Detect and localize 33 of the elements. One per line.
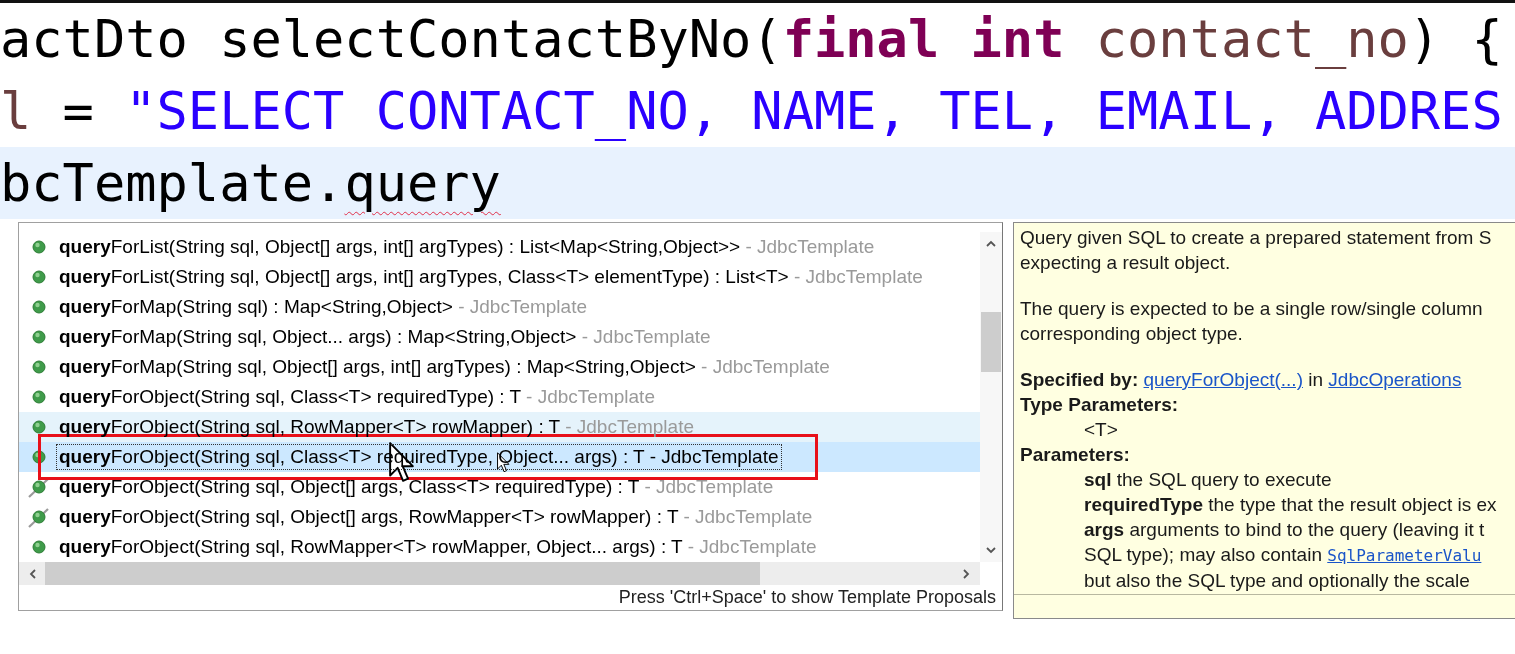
- proposal-item[interactable]: queryForMap(String sql, Object... args) : Map<String,Object> - JdbcTemplate: [19, 322, 980, 352]
- doc-text: but also the SQL type and optionally the scale: [1084, 569, 1470, 593]
- section-heading: Type Parameters:: [1020, 393, 1179, 417]
- proposal-item[interactable]: queryForMap(String sql) : Map<String,Object> - JdbcTemplate: [19, 292, 980, 322]
- doc-text: SQL type); may also contain SqlParameterValu: [1084, 543, 1482, 567]
- doc-text: args arguments to bind to the query (leaving it t: [1084, 518, 1485, 542]
- scrollbar-thumb[interactable]: [981, 312, 1001, 372]
- doc-text: requiredType the type that the result object is ex: [1084, 493, 1497, 517]
- doc-link[interactable]: JdbcOperations: [1328, 369, 1462, 390]
- proposal-item[interactable]: queryForMap(String sql, Object[] args, int[] argTypes) : Map<String,Object> - JdbcTemplate: [19, 352, 980, 382]
- doc-link[interactable]: SqlParameterValu: [1327, 546, 1482, 565]
- hint-text: Press 'Ctrl+Space' to show Template Proposals: [618, 586, 996, 608]
- scrollbar-thumb[interactable]: [45, 562, 760, 585]
- proposal-item[interactable]: queryForList(String sql, Object[] args, int[] argTypes, Class<T> elementType) : List<T> - JdbcTemplate: [19, 262, 980, 292]
- section-heading: Parameters:: [1020, 443, 1130, 467]
- proposal-item[interactable]: queryForObject(String sql, Class<T> requiredType) : T - JdbcTemplate: [19, 382, 980, 412]
- proposal-item[interactable]: queryForObject(String sql, RowMapper<T> rowMapper) : T - JdbcTemplate: [19, 412, 980, 442]
- doc-text: Query given SQL to create a prepared statement from S: [1020, 226, 1492, 250]
- doc-text: expecting a result object.: [1020, 251, 1231, 275]
- code-line: actDto selectContactByNo(final int contact_no) {: [0, 8, 1503, 71]
- horizontal-scrollbar[interactable]: [19, 562, 980, 585]
- doc-link[interactable]: queryForObject(...): [1143, 369, 1303, 390]
- code-line: l = "SELECT CONTACT_NO, NAME, TEL, EMAIL, ADDRES: [0, 80, 1503, 143]
- doc-text: corresponding object type.: [1020, 322, 1243, 346]
- doc-text: Specified by: queryForObject(...) in JdbcOperations: [1020, 368, 1462, 392]
- vertical-scrollbar[interactable]: [980, 232, 1002, 562]
- code-line: bcTemplate.query: [0, 152, 501, 215]
- proposal-item[interactable]: queryForObject(String sql, Object[] args, RowMapper<T> rowMapper) : T - JdbcTemplate: [19, 502, 980, 532]
- proposal-item[interactable]: queryForObject(String sql, RowMapper<T> rowMapper, Object... args) : T - JdbcTemplate: [19, 532, 980, 562]
- doc-text: The query is expected to be a single row/single column: [1020, 297, 1483, 321]
- doc-text: sql the SQL query to execute: [1084, 468, 1332, 492]
- proposal-item[interactable]: queryForList(String sql, Object[] args, int[] argTypes) : List<Map<String,Object>> - JdbcTemplate: [19, 232, 980, 262]
- doc-text: <T>: [1084, 418, 1118, 442]
